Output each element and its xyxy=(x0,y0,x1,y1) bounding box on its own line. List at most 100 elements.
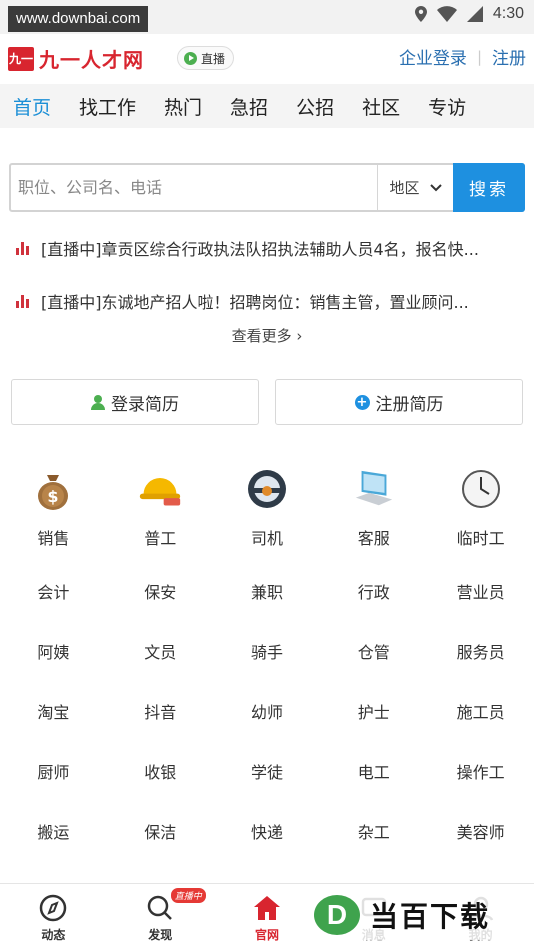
category-label: 普工 xyxy=(144,529,177,548)
login-resume-label: 登录简历 xyxy=(111,394,179,415)
search-bar: 地区 搜索 xyxy=(9,163,525,212)
category-item[interactable]: 学徒 xyxy=(214,741,321,801)
app-header: 九一 九一人才网 直播 企业登录 | 注册 xyxy=(0,34,534,80)
category-item[interactable]: 仓管 xyxy=(320,621,427,681)
logo-mark: 九一 xyxy=(8,46,34,71)
watermark-url: www.downbai.com xyxy=(8,6,149,32)
category-item[interactable]: 护士 xyxy=(320,681,427,741)
category-temp-worker[interactable]: 临时工 xyxy=(427,455,534,561)
tab-find-job[interactable]: 找工作 xyxy=(79,93,136,120)
category-item[interactable]: 保安 xyxy=(107,561,214,621)
category-item[interactable]: 电工 xyxy=(320,741,427,801)
category-item[interactable]: 操作工 xyxy=(427,741,534,801)
tab-official-site[interactable]: 官网 xyxy=(214,884,321,949)
category-item[interactable]: 保洁 xyxy=(107,801,214,861)
category-row: 厨师 收银 学徒 电工 操作工 xyxy=(0,741,534,801)
clock-icon xyxy=(459,467,503,511)
login-resume-button[interactable]: 登录简历 xyxy=(11,379,259,425)
tab-community[interactable]: 社区 xyxy=(362,93,400,120)
category-driver[interactable]: 司机 xyxy=(214,455,321,561)
signal-icon xyxy=(466,6,483,22)
tab-label: 动态 xyxy=(41,928,66,942)
register-resume-label: 注册简历 xyxy=(375,394,444,415)
live-item[interactable]: [直播中]东诚地产招人啦！招聘岗位：销售主管，置业顾问... xyxy=(16,287,524,315)
watermark-logo: D 当百下载 xyxy=(314,890,530,940)
category-item[interactable]: 幼师 xyxy=(214,681,321,741)
category-item[interactable]: 淘宝 xyxy=(0,681,107,741)
see-more-link[interactable]: 查看更多 › xyxy=(0,325,534,346)
category-item[interactable]: 美容师 xyxy=(427,801,534,861)
category-item[interactable]: 厨师 xyxy=(0,741,107,801)
category-customer-service[interactable]: 客服 xyxy=(320,455,427,561)
live-badge: 直播中 xyxy=(170,888,206,903)
category-item[interactable]: 兼职 xyxy=(214,561,321,621)
register-resume-button[interactable]: + 注册简历 xyxy=(275,379,523,425)
main-nav: 首页 找工作 热门 急招 公招 社区 专访 xyxy=(0,84,534,128)
computer-icon xyxy=(352,467,396,511)
category-item[interactable]: 阿姨 xyxy=(0,621,107,681)
hard-hat-icon xyxy=(138,467,182,511)
search-button[interactable]: 搜索 xyxy=(453,163,525,212)
category-item[interactable]: 抖音 xyxy=(107,681,214,741)
category-item[interactable]: 搬运 xyxy=(0,801,107,861)
home-icon xyxy=(253,896,280,920)
tab-dynamic[interactable]: 动态 xyxy=(0,884,107,949)
category-item[interactable]: 快递 xyxy=(214,801,321,861)
live-bars-icon xyxy=(16,294,29,308)
category-icon-row: $ 销售 普工 司机 客服 临时工 xyxy=(0,455,534,561)
category-sales[interactable]: $ 销售 xyxy=(0,455,107,561)
employer-login-link[interactable]: 企业登录 xyxy=(399,44,467,69)
tab-label: 发现 xyxy=(148,928,173,942)
category-item[interactable]: 服务员 xyxy=(427,621,534,681)
tab-public-recruit[interactable]: 公招 xyxy=(296,93,334,120)
category-item[interactable]: 行政 xyxy=(320,561,427,621)
tab-interview[interactable]: 专访 xyxy=(428,93,466,120)
region-select[interactable]: 地区 xyxy=(377,165,453,210)
plus-circle-icon: + xyxy=(354,394,370,410)
live-item-text: [直播中]东诚地产招人啦！招聘岗位：销售主管，置业顾问... xyxy=(41,293,469,312)
watermark-text: 当百下载 xyxy=(370,900,491,933)
money-bag-icon: $ xyxy=(31,467,75,511)
live-button[interactable]: 直播 xyxy=(177,46,235,70)
category-item[interactable]: 会计 xyxy=(0,561,107,621)
logo-text: 九一人才网 xyxy=(39,48,144,72)
status-icons: 4:30 xyxy=(414,5,524,23)
tab-urgent[interactable]: 急招 xyxy=(230,93,268,120)
play-icon xyxy=(184,51,197,65)
status-bar: www.downbai.com 4:30 xyxy=(0,0,534,34)
category-grid: $ 销售 普工 司机 客服 临时工 会计 保安 兼职 行政 营业员 阿姨 文员 … xyxy=(0,455,534,861)
person-icon xyxy=(91,394,105,410)
tab-home[interactable]: 首页 xyxy=(13,93,51,120)
compass-icon xyxy=(40,894,67,922)
auth-separator: | xyxy=(476,47,482,66)
category-item[interactable]: 营业员 xyxy=(427,561,534,621)
site-logo[interactable]: 九一 九一人才网 xyxy=(8,44,144,73)
category-row: 会计 保安 兼职 行政 营业员 xyxy=(0,561,534,621)
chevron-down-icon xyxy=(429,183,442,191)
auth-links: 企业登录 | 注册 xyxy=(399,44,526,70)
category-label: 客服 xyxy=(357,529,390,548)
category-row: 阿姨 文员 骑手 仓管 服务员 xyxy=(0,621,534,681)
region-label: 地区 xyxy=(389,179,420,197)
category-item[interactable]: 收银 xyxy=(107,741,214,801)
tab-discover[interactable]: 发现 直播中 xyxy=(107,884,214,949)
category-item[interactable]: 杂工 xyxy=(320,801,427,861)
category-item[interactable]: 文员 xyxy=(107,621,214,681)
tab-hot[interactable]: 热门 xyxy=(164,93,202,120)
location-icon xyxy=(414,6,427,22)
steering-wheel-icon xyxy=(245,467,289,511)
register-link[interactable]: 注册 xyxy=(492,44,526,69)
live-bars-icon xyxy=(16,241,29,255)
live-label: 直播 xyxy=(201,51,226,66)
search-icon xyxy=(147,895,173,920)
category-item[interactable]: 施工员 xyxy=(427,681,534,741)
category-general-worker[interactable]: 普工 xyxy=(107,455,214,561)
svg-text:$: $ xyxy=(48,487,59,506)
tab-label: 官网 xyxy=(254,928,279,942)
category-item[interactable]: 骑手 xyxy=(214,621,321,681)
search-input[interactable] xyxy=(11,165,377,210)
category-row: 搬运 保洁 快递 杂工 美容师 xyxy=(0,801,534,861)
category-label: 临时工 xyxy=(456,529,505,548)
category-row: 淘宝 抖音 幼师 护士 施工员 xyxy=(0,681,534,741)
live-item[interactable]: [直播中]章贡区综合行政执法队招执法辅助人员4名，报名快... xyxy=(16,234,524,262)
